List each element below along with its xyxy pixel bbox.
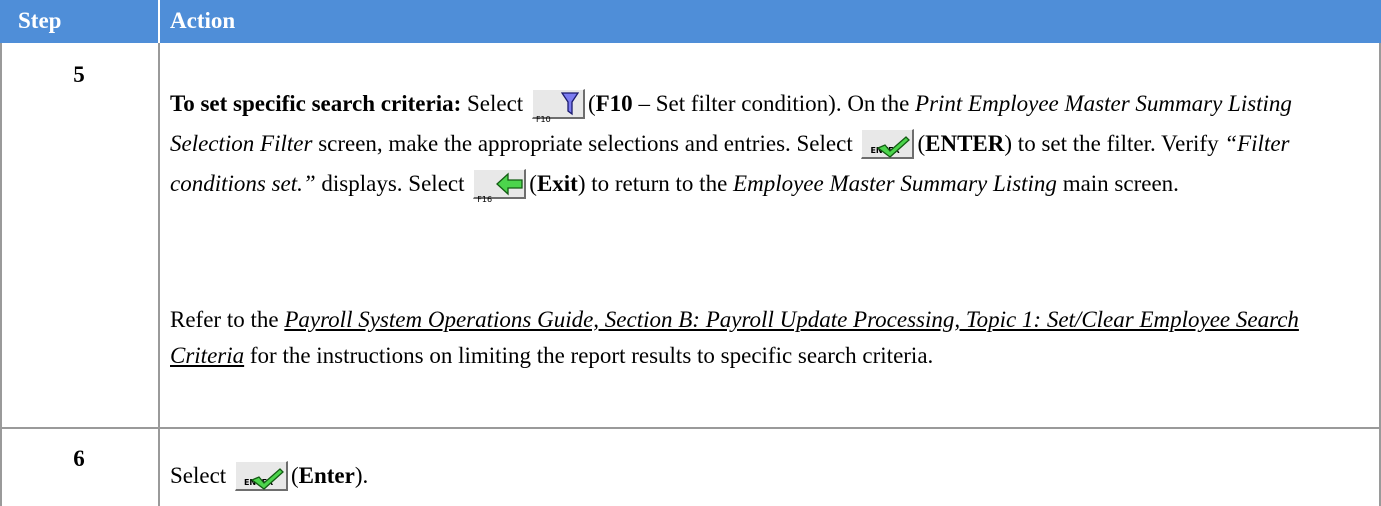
step-number-5: 5	[73, 62, 85, 87]
instruction-lead: To set specific search criteria:	[170, 91, 462, 116]
header-divider	[158, 0, 160, 43]
header-step: Step	[18, 8, 62, 33]
enter-checkmark-icon	[250, 468, 284, 490]
row-divider	[0, 427, 1381, 429]
f16-key-label: F16	[477, 195, 493, 204]
column-divider	[158, 43, 160, 506]
left-border	[0, 43, 2, 506]
step-number-6: 6	[73, 446, 85, 471]
f16-exit-button[interactable]: F16	[473, 169, 527, 204]
header-action: Action	[170, 8, 236, 33]
enter-checkmark-icon	[877, 136, 911, 158]
step-5-instructions: To set specific search criteria: Select …	[170, 84, 1355, 204]
f10-key-label: F10	[535, 115, 551, 124]
step-5-reference: Refer to the Payroll System Operations G…	[170, 307, 1299, 368]
main-screen-name: Employee Master Summary Listing	[733, 171, 1057, 196]
procedure-table: Step Action 5 To set specific search cri…	[0, 0, 1381, 506]
exit-arrow-icon	[496, 172, 523, 196]
step-6-instructions: Select ENTER (Enter).	[170, 456, 1355, 496]
enter-button[interactable]: ENTER	[861, 129, 915, 159]
f10-filter-button[interactable]: F10	[531, 89, 585, 124]
table-header: Step Action	[0, 0, 1381, 43]
filter-funnel-icon	[560, 92, 579, 116]
enter-button-step6[interactable]: ENTER	[234, 461, 288, 491]
